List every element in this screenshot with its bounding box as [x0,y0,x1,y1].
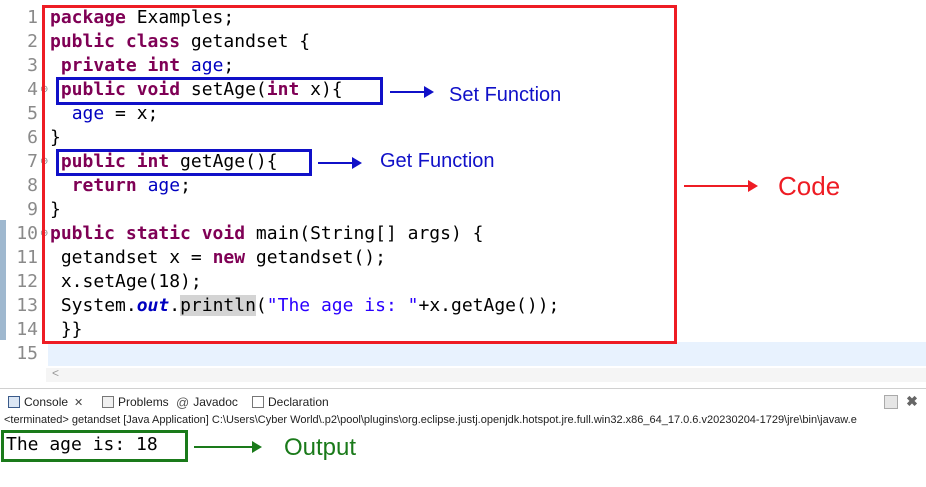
problems-icon [102,396,114,408]
console-status-line: <terminated> getandset [Java Application… [4,414,857,426]
console-tab-bar: Console ✕ Problems @ Javadoc Declaration [0,388,926,415]
tab-label: Console [24,395,69,409]
tab-label: Declaration [268,395,329,409]
terminate-icon[interactable] [884,395,898,409]
code-label: Code [778,171,841,201]
line-number: 2 [27,31,38,52]
output-label: Output [284,434,357,461]
code-arrow-icon [684,180,758,192]
at-icon: @ [176,394,190,410]
get-function-label: Get Function [380,150,495,172]
line-number: 10 [16,223,38,244]
remove-launch-icon[interactable]: ✖ [904,393,920,409]
tab-label: Javadoc [193,395,238,409]
tab-declaration[interactable]: Declaration [252,392,329,412]
getter-annotation-box [56,149,312,176]
line-number: 9 [27,199,38,220]
line-number: 15 [16,343,38,364]
line-number: 3 [27,55,38,76]
line-number: 1 [27,7,38,28]
console-icon [8,396,20,408]
horizontal-scrollbar[interactable] [46,368,926,382]
scroll-left-icon[interactable]: < [52,366,59,380]
line-number: 8 [27,175,38,196]
line-number: 5 [27,103,38,124]
tab-label: Problems [118,395,169,409]
declaration-icon [252,396,264,408]
line-number: 6 [27,127,38,148]
tab-problems[interactable]: Problems [102,392,169,412]
code-editor[interactable]: 1 2 3 4 5 6 7 8 9 10 11 12 13 14 15 ⊖ ⊖ … [0,0,926,368]
line-number: 4 [27,79,38,100]
tab-console[interactable]: Console ✕ [8,392,83,412]
output-arrow-icon [194,441,262,453]
set-function-label: Set Function [449,84,562,106]
setter-annotation-box [56,77,383,105]
tab-javadoc[interactable]: @ Javadoc [176,392,238,412]
line-number: 14 [16,319,38,340]
change-ruler [0,220,6,340]
get-arrow-icon [318,157,362,169]
current-line-highlight [48,342,926,366]
console-output: The age is: 18 [6,434,158,455]
line-number: 13 [16,295,38,316]
set-arrow-icon [390,86,434,98]
line-number: 12 [16,271,38,292]
line-number: 7 [27,151,38,172]
close-icon[interactable]: ✕ [74,396,83,409]
line-number: 11 [16,247,38,268]
